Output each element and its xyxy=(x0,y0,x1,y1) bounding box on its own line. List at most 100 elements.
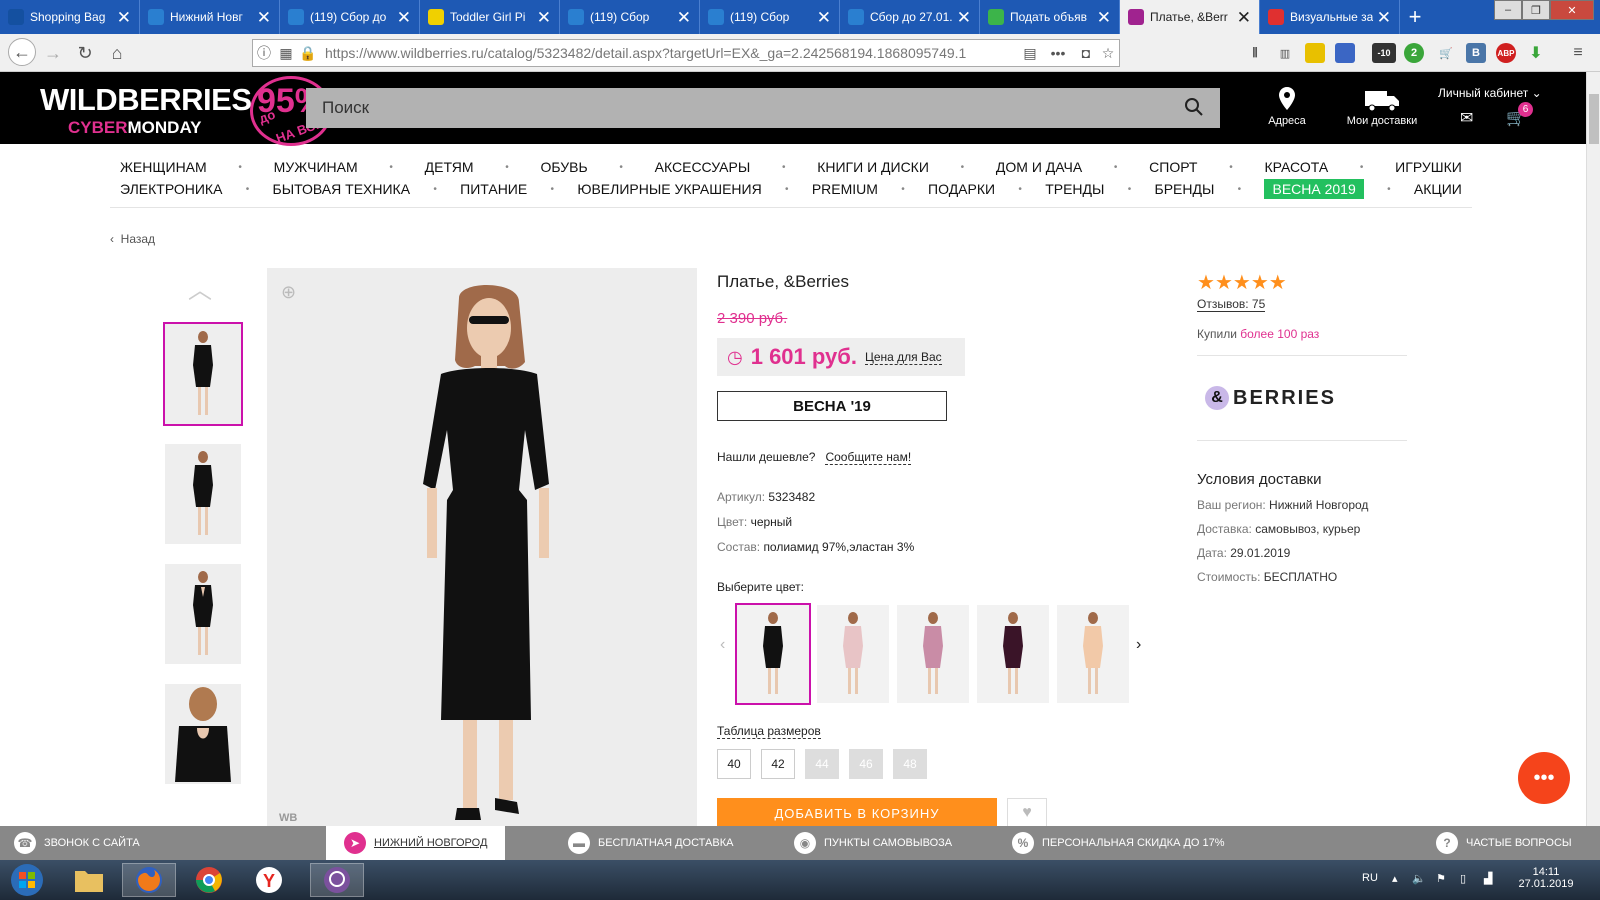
size-table-link[interactable]: Таблица размеров xyxy=(717,724,821,739)
menu-item[interactable]: ДОМ И ДАЧА xyxy=(996,159,1082,175)
menu-item[interactable]: ПИТАНИЕ xyxy=(460,181,527,197)
browser-tab[interactable]: Нижний Новг ✕ xyxy=(140,0,280,34)
bottom-bar-item[interactable]: ☎ ЗВОНОК С САЙТА xyxy=(14,826,140,860)
start-button-icon[interactable] xyxy=(4,863,50,897)
browser-tab[interactable]: (119) Сбор ✕ xyxy=(560,0,700,34)
bottom-bar-item[interactable]: ? ЧАСТЫЕ ВОПРОСЫ xyxy=(1436,826,1572,860)
thumbnail-3[interactable] xyxy=(165,564,241,664)
close-tab-icon[interactable]: ✕ xyxy=(957,9,971,26)
report-cheaper-link[interactable]: Сообщите нам! xyxy=(825,450,912,465)
close-window-button[interactable]: ✕ xyxy=(1550,0,1594,20)
color-swatch[interactable] xyxy=(817,605,889,703)
zoom-icon[interactable]: ⊕ xyxy=(281,282,296,303)
season-badge[interactable]: ВЕСНА '19 xyxy=(717,391,947,421)
reload-icon[interactable]: ↻ xyxy=(72,41,98,65)
brand-logo[interactable]: & BERRIES xyxy=(1197,356,1407,440)
menu-item[interactable]: КРАСОТА xyxy=(1264,159,1328,175)
close-tab-icon[interactable]: ✕ xyxy=(117,9,131,26)
color-swatch[interactable] xyxy=(1057,605,1129,703)
menu-item[interactable]: ИГРУШКИ xyxy=(1395,159,1462,175)
permissions-icon[interactable]: ▦ xyxy=(275,45,297,62)
viber-icon[interactable] xyxy=(310,863,364,897)
library-icon[interactable]: ⫼ xyxy=(1245,43,1265,63)
url-text[interactable]: https://www.wildberries.ru/catalog/53234… xyxy=(319,45,1019,61)
adblock-icon[interactable]: ABP xyxy=(1496,43,1516,63)
menu-item[interactable]: МУЖЧИНАМ xyxy=(274,159,358,175)
menu-hamburger-icon[interactable]: ≡ xyxy=(1568,43,1588,63)
product-main-photo[interactable]: ⊕ WB xyxy=(267,268,697,828)
minimize-button[interactable]: ‒ xyxy=(1494,0,1522,20)
deliveries-link[interactable]: Мои доставки xyxy=(1332,88,1432,127)
bookmark-star-icon[interactable]: ☆ xyxy=(1097,45,1119,62)
browser-tab[interactable]: Подать объяв ✕ xyxy=(980,0,1120,34)
bottom-bar-item[interactable]: ▬ БЕСПЛАТНАЯ ДОСТАВКА xyxy=(568,826,733,860)
menu-item[interactable]: КНИГИ И ДИСКИ xyxy=(817,159,929,175)
close-tab-icon[interactable]: ✕ xyxy=(1097,9,1111,26)
file-explorer-icon[interactable] xyxy=(62,863,116,897)
menu-item[interactable]: ЖЕНЩИНАМ xyxy=(120,159,207,175)
browser-tab[interactable]: (119) Сбор до ✕ xyxy=(280,0,420,34)
menu-item[interactable]: АКЦИИ xyxy=(1414,181,1462,197)
thumbnail-4[interactable] xyxy=(165,684,241,784)
close-tab-icon[interactable]: ✕ xyxy=(817,9,831,26)
menu-item[interactable]: ЮВЕЛИРНЫЕ УКРАШЕНИЯ xyxy=(577,181,761,197)
menu-item[interactable]: СПОРТ xyxy=(1149,159,1197,175)
volume-icon[interactable]: 🔈 xyxy=(1412,872,1426,885)
extension-green-icon[interactable]: 2 xyxy=(1404,43,1424,63)
back-link[interactable]: ‹ Назад xyxy=(110,232,155,246)
thumbnail-1[interactable] xyxy=(163,322,243,426)
color-swatch[interactable] xyxy=(977,605,1049,703)
scrollbar-thumb[interactable] xyxy=(1589,94,1599,144)
close-tab-icon[interactable]: ✕ xyxy=(1377,9,1391,26)
pocket-icon[interactable]: ◘ xyxy=(1075,45,1097,61)
bottom-bar-item[interactable]: ◉ ПУНКТЫ САМОВЫВОЗА xyxy=(794,826,952,860)
menu-item[interactable]: ВЕСНА 2019 xyxy=(1264,179,1364,199)
mail-icon[interactable]: ✉ xyxy=(1460,108,1473,128)
download-icon[interactable]: ⬇ xyxy=(1526,43,1546,63)
reviews-link[interactable]: Отзывов: 75 xyxy=(1197,297,1407,312)
search-icon[interactable] xyxy=(1184,97,1204,123)
chrome-icon[interactable] xyxy=(182,863,236,897)
bottom-bar-item[interactable]: % ПЕРСОНАЛЬНАЯ СКИДКА ДО 17% xyxy=(1012,826,1225,860)
browser-tab[interactable]: Визуальные за ✕ xyxy=(1260,0,1400,34)
back-arrow-icon[interactable]: ← xyxy=(8,38,36,66)
add-to-cart-button[interactable]: ДОБАВИТЬ В КОРЗИНУ xyxy=(717,798,997,828)
forward-arrow-icon[interactable]: → xyxy=(40,41,66,65)
action-center-flag-icon[interactable]: ⚑ xyxy=(1436,872,1446,885)
close-tab-icon[interactable]: ✕ xyxy=(257,9,271,26)
restore-button[interactable]: ❐ xyxy=(1522,0,1550,20)
size-option[interactable]: 42 xyxy=(761,749,795,779)
thumbnail-2[interactable] xyxy=(165,444,241,544)
extension-cart-icon[interactable]: 🛒 xyxy=(1436,43,1456,63)
menu-item[interactable]: АКСЕССУАРЫ xyxy=(655,159,751,175)
color-swatch[interactable] xyxy=(735,603,811,705)
extension-flag-icon[interactable] xyxy=(1305,43,1325,63)
chat-bubble-icon[interactable]: ••• xyxy=(1518,752,1570,804)
page-actions-icon[interactable]: ••• xyxy=(1041,45,1075,61)
color-swatch[interactable] xyxy=(897,605,969,703)
browser-tab[interactable]: (119) Сбор ✕ xyxy=(700,0,840,34)
menu-item[interactable]: БЫТОВАЯ ТЕХНИКА xyxy=(273,181,411,197)
size-option[interactable]: 40 xyxy=(717,749,751,779)
wildberries-logo[interactable]: WILDBERRIES xyxy=(40,82,252,118)
sidebar-icon[interactable]: ▥ xyxy=(1275,43,1295,63)
menu-item[interactable]: ЭЛЕКТРОНИКА xyxy=(120,181,222,197)
search-input[interactable]: Поиск xyxy=(306,88,1220,128)
reader-view-icon[interactable]: ▤ xyxy=(1019,45,1041,62)
browser-tab[interactable]: Платье, &Berr ✕ xyxy=(1120,0,1260,34)
tray-arrow-icon[interactable]: ▴ xyxy=(1392,872,1398,885)
extension-counter-icon[interactable]: -10 xyxy=(1372,43,1396,63)
yandex-icon[interactable]: Y xyxy=(242,863,296,897)
menu-item[interactable]: ДЕТЯМ xyxy=(425,159,474,175)
firefox-icon[interactable] xyxy=(122,863,176,897)
extension-blue-icon[interactable] xyxy=(1335,43,1355,63)
lock-icon[interactable]: 🔒 xyxy=(297,45,319,62)
menu-item[interactable]: ПОДАРКИ xyxy=(928,181,995,197)
browser-tab[interactable]: Сбор до 27.01. ✕ xyxy=(840,0,980,34)
close-tab-icon[interactable]: ✕ xyxy=(677,9,691,26)
addresses-link[interactable]: Адреса xyxy=(1252,86,1322,127)
menu-item[interactable]: PREMIUM xyxy=(812,181,878,197)
cart-icon[interactable]: 🛒 6 xyxy=(1506,102,1533,128)
thumbs-up-arrow-icon[interactable]: ︿ xyxy=(188,270,212,305)
vk-icon[interactable]: B xyxy=(1466,43,1486,63)
